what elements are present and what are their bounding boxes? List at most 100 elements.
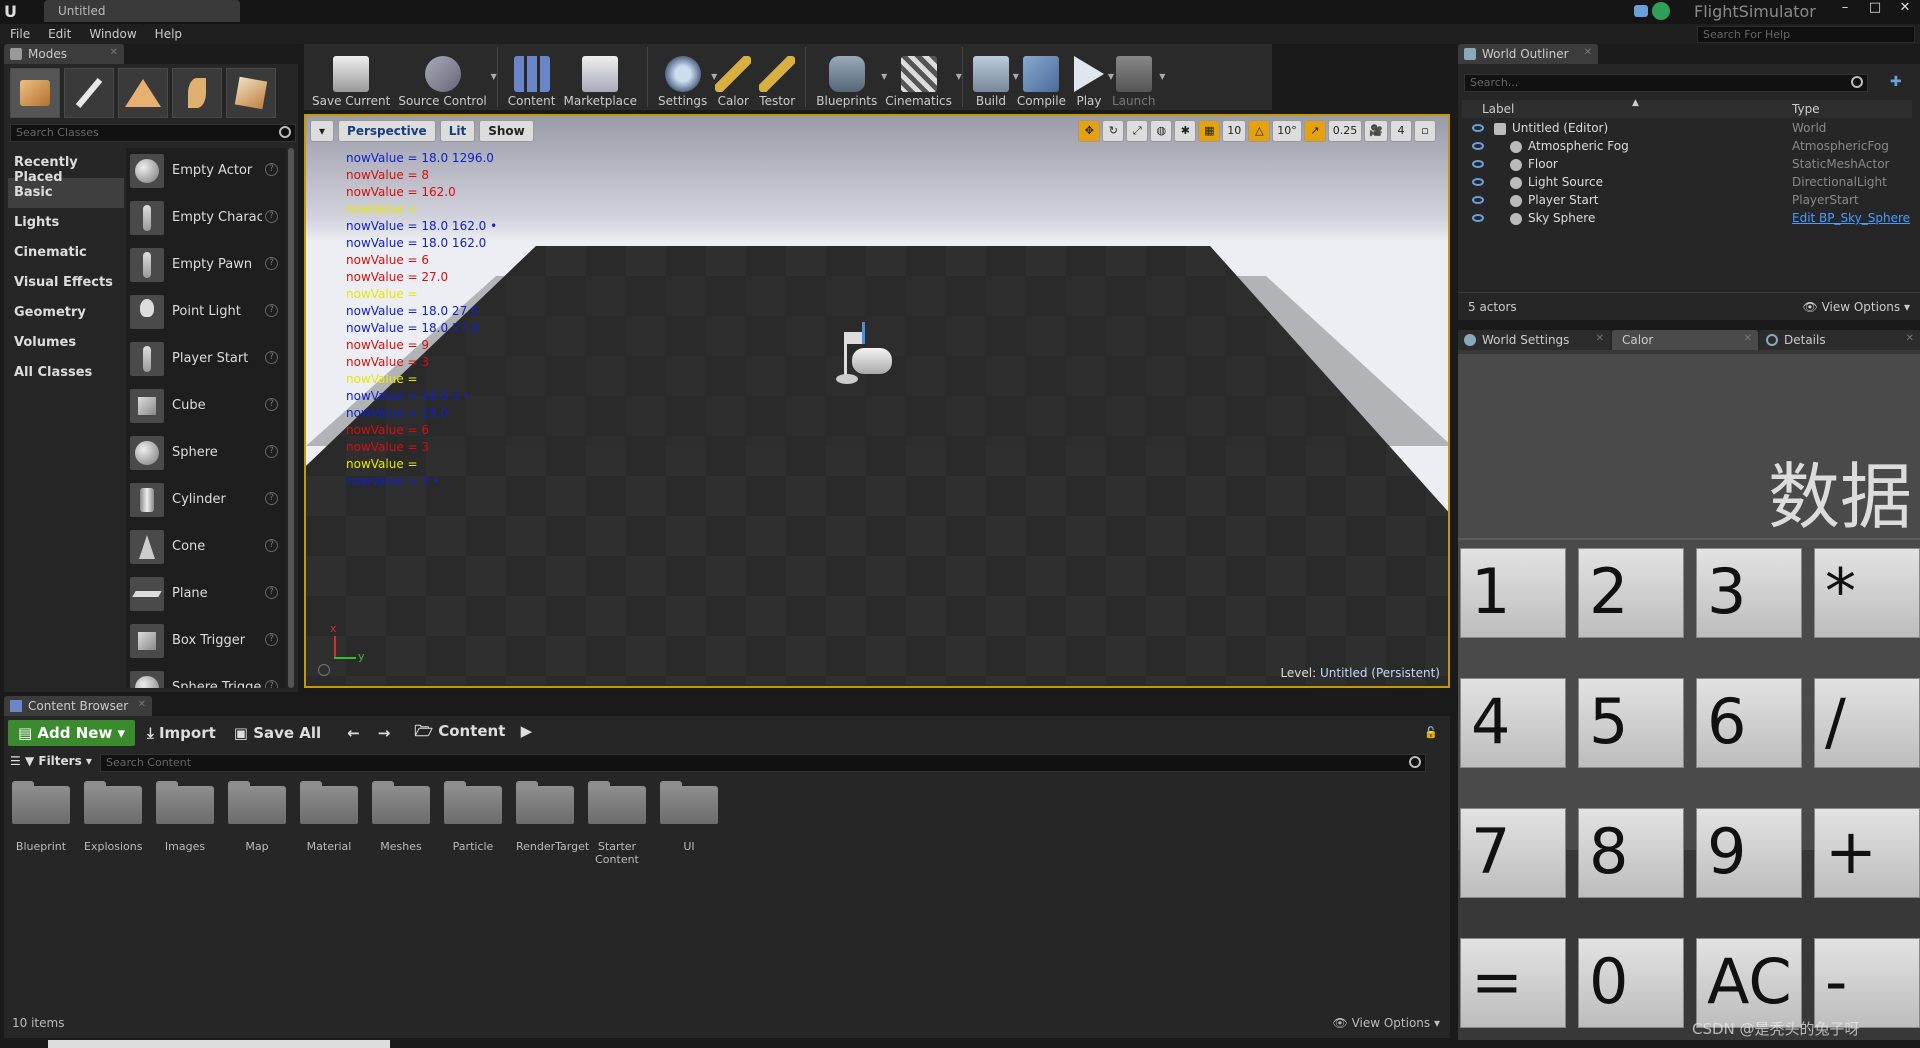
content-folder[interactable]: Explosions: [84, 781, 142, 866]
edit-blueprint-link[interactable]: Edit BP_Sky_Sphere: [1792, 211, 1910, 225]
column-type[interactable]: Type: [1792, 102, 1820, 116]
close-icon[interactable]: ✕: [138, 699, 146, 710]
world-local-icon[interactable]: ◍: [1150, 120, 1173, 142]
help-icon[interactable]: ?: [265, 257, 278, 270]
cinematics-button[interactable]: Cinematics ▼: [881, 44, 962, 110]
modes-tab[interactable]: Modes ✕: [4, 44, 124, 64]
player-start-gizmo[interactable]: [836, 322, 896, 392]
scale-snap-icon[interactable]: ↗: [1303, 120, 1326, 142]
search-content-input[interactable]: Search Content: [100, 754, 1426, 772]
lock-icon[interactable]: 🔓: [1424, 726, 1438, 739]
visibility-eye-icon[interactable]: [1472, 124, 1484, 132]
dropdown-arrow-icon[interactable]: ▼: [956, 72, 962, 81]
visibility-eye-icon[interactable]: [1472, 178, 1484, 186]
category-recently-placed[interactable]: Recently Placed: [8, 148, 124, 185]
class-item-box-trigger[interactable]: Box Trigger?: [126, 618, 286, 665]
compile-button[interactable]: Compile: [1013, 44, 1070, 110]
calc-key[interactable]: -: [1814, 938, 1920, 1028]
help-icon[interactable]: ?: [265, 492, 278, 505]
level-tab[interactable]: Untitled: [44, 0, 240, 22]
view-options-button[interactable]: 👁 View Options ▾: [1803, 300, 1911, 314]
launch-button[interactable]: Launch ▼: [1108, 44, 1165, 110]
source-control-button[interactable]: Source Control ▼: [394, 44, 497, 110]
marketplace-button[interactable]: Marketplace: [559, 44, 641, 110]
content-folder[interactable]: Particle: [444, 781, 502, 866]
outliner-row[interactable]: Player Start PlayerStart: [1462, 192, 1912, 210]
calc-key[interactable]: 8: [1578, 808, 1684, 898]
visibility-eye-icon[interactable]: [1472, 196, 1484, 204]
sources-toggle-icon[interactable]: ☰: [10, 754, 21, 768]
category-cinematic[interactable]: Cinematic: [8, 238, 124, 268]
dropdown-arrow-icon[interactable]: ▼: [491, 72, 497, 81]
dropdown-arrow-icon[interactable]: ▼: [1159, 72, 1165, 81]
content-button[interactable]: Content: [504, 44, 560, 110]
content-folder[interactable]: Meshes: [372, 781, 430, 866]
level-name[interactable]: Untitled (Persistent): [1320, 666, 1440, 680]
content-folder[interactable]: RenderTarget: [516, 781, 589, 866]
add-actor-icon[interactable]: ✚: [1890, 74, 1908, 92]
class-item-empty-actor[interactable]: Empty Actor?: [126, 148, 286, 195]
scale-icon[interactable]: ⤢: [1126, 120, 1149, 142]
import-button[interactable]: ⤓ Import: [141, 720, 222, 746]
calc-key[interactable]: 1: [1460, 548, 1566, 638]
forward-button[interactable]: →: [372, 720, 397, 746]
blueprints-button[interactable]: Blueprints ▼: [812, 44, 887, 110]
class-item-empty-pawn[interactable]: Empty Pawn?: [126, 242, 286, 289]
calc-key[interactable]: /: [1814, 678, 1920, 768]
viewport-options-button[interactable]: ▾: [310, 120, 335, 142]
visibility-eye-icon[interactable]: [1472, 142, 1484, 150]
maximize-button[interactable]: □: [1860, 0, 1890, 20]
calc-key[interactable]: =: [1460, 938, 1566, 1028]
view-options-button[interactable]: 👁 View Options ▾: [1333, 1016, 1441, 1030]
category-volumes[interactable]: Volumes: [8, 328, 124, 358]
calc-key[interactable]: 9: [1696, 808, 1802, 898]
scale-snap-value[interactable]: 0.25: [1327, 120, 1363, 142]
help-icon[interactable]: ?: [265, 633, 278, 646]
class-item-player-start[interactable]: Player Start?: [126, 336, 286, 383]
camera-speed-value[interactable]: 4: [1390, 120, 1412, 142]
calc-key[interactable]: 5: [1578, 678, 1684, 768]
landscape-mode-icon[interactable]: [118, 68, 168, 118]
minimize-button[interactable]: –: [1830, 0, 1860, 20]
class-item-cone[interactable]: Cone?: [126, 524, 286, 571]
class-item-cube[interactable]: Cube?: [126, 383, 286, 430]
category-geometry[interactable]: Geometry: [8, 298, 124, 328]
back-button[interactable]: ←: [341, 720, 366, 746]
filters-button[interactable]: ☰ ▼ Filters ▾: [10, 754, 92, 768]
column-label[interactable]: Label: [1482, 102, 1514, 116]
help-icon[interactable]: ?: [265, 304, 278, 317]
source-control-status-icon[interactable]: [1652, 2, 1670, 20]
build-button[interactable]: Build ▼: [969, 44, 1019, 110]
category-lights[interactable]: Lights: [8, 208, 124, 238]
calor-button[interactable]: Calor: [711, 44, 755, 110]
class-item-plane[interactable]: Plane?: [126, 571, 286, 618]
outliner-row[interactable]: Floor StaticMeshActor: [1462, 156, 1912, 174]
play-button[interactable]: Play ▼: [1070, 44, 1114, 110]
camera-speed-icon[interactable]: 🎥: [1364, 120, 1388, 142]
content-folder[interactable]: Starter Content: [588, 781, 646, 866]
content-folder[interactable]: Blueprint: [12, 781, 70, 866]
calc-key[interactable]: AC: [1696, 938, 1802, 1028]
close-icon[interactable]: ✕: [110, 47, 118, 58]
content-folder[interactable]: Map: [228, 781, 286, 866]
help-icon[interactable]: ?: [265, 445, 278, 458]
paint-mode-icon[interactable]: [64, 68, 114, 118]
help-icon[interactable]: ?: [265, 586, 278, 599]
menu-file[interactable]: File: [10, 24, 40, 44]
help-icon[interactable]: ?: [265, 163, 278, 176]
save-all-button[interactable]: ▣ Save All: [228, 720, 327, 746]
add-new-button[interactable]: ▤ Add New ▾: [8, 720, 136, 746]
content-folder[interactable]: Images: [156, 781, 214, 866]
class-item-sphere-trigger[interactable]: Sphere Trigger?: [126, 665, 286, 688]
world-settings-tab[interactable]: World Settings ✕: [1458, 330, 1610, 350]
outliner-row[interactable]: Sky Sphere Edit BP_Sky_Sphere: [1462, 210, 1912, 228]
details-tab[interactable]: Details ✕: [1760, 330, 1920, 350]
class-list-scrollbar[interactable]: [288, 148, 294, 688]
rotation-snap-value[interactable]: 10°: [1272, 120, 1302, 142]
calc-key[interactable]: 4: [1460, 678, 1566, 768]
class-item-cylinder[interactable]: Cylinder?: [126, 477, 286, 524]
content-folder[interactable]: UI: [660, 781, 718, 866]
visibility-eye-icon[interactable]: [1472, 214, 1484, 222]
chat-icon[interactable]: [1634, 5, 1648, 17]
foliage-mode-icon[interactable]: [172, 68, 222, 118]
